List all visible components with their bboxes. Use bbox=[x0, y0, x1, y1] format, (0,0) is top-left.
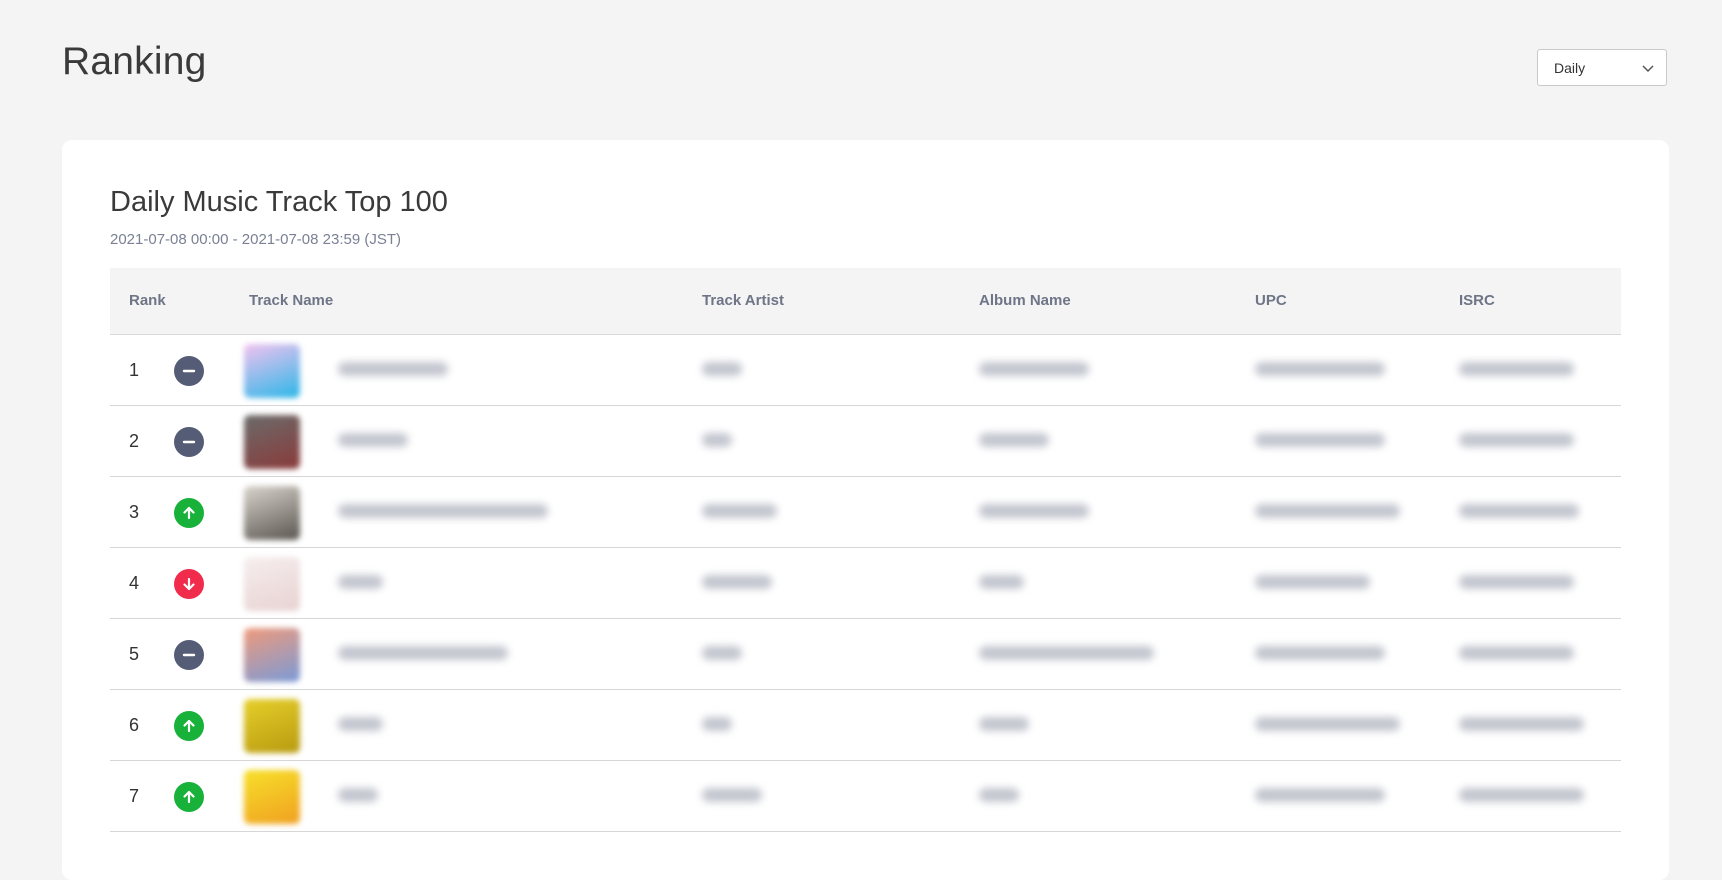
table-row[interactable]: 4 bbox=[110, 548, 1621, 619]
track-artist-redacted bbox=[702, 646, 742, 660]
album-art-thumbnail bbox=[244, 557, 300, 611]
track-name-redacted bbox=[338, 504, 548, 518]
table-row[interactable]: 1 bbox=[110, 335, 1621, 406]
minus-icon bbox=[174, 640, 204, 670]
period-select[interactable]: Daily bbox=[1537, 49, 1667, 86]
track-artist-redacted bbox=[702, 504, 777, 518]
upc-redacted bbox=[1255, 788, 1385, 802]
table-row[interactable]: 7 bbox=[110, 761, 1621, 832]
track-name-redacted bbox=[338, 788, 378, 802]
rank-number: 5 bbox=[129, 644, 140, 664]
track-artist-redacted bbox=[702, 575, 772, 589]
album-art-thumbnail bbox=[244, 486, 300, 540]
rank-number: 7 bbox=[129, 786, 140, 806]
isrc-redacted bbox=[1459, 433, 1574, 447]
upc-redacted bbox=[1255, 717, 1400, 731]
table-row[interactable]: 2 bbox=[110, 406, 1621, 477]
rank-number: 6 bbox=[129, 715, 140, 735]
arrow-up-icon bbox=[174, 782, 204, 812]
album-art-thumbnail bbox=[244, 628, 300, 682]
upc-redacted bbox=[1255, 575, 1370, 589]
arrow-up-icon bbox=[174, 711, 204, 741]
rank-number: 4 bbox=[129, 573, 140, 593]
track-name-redacted bbox=[338, 575, 383, 589]
minus-icon bbox=[174, 427, 204, 457]
upc-redacted bbox=[1255, 504, 1400, 518]
upc-redacted bbox=[1255, 362, 1385, 376]
album-name-redacted bbox=[979, 433, 1049, 447]
ranking-card: Daily Music Track Top 100 2021-07-08 00:… bbox=[62, 140, 1669, 880]
track-artist-redacted bbox=[702, 362, 742, 376]
page-title: Ranking bbox=[62, 40, 207, 83]
period-select-value: Daily bbox=[1554, 59, 1586, 76]
column-header-track-artist: Track Artist bbox=[702, 292, 784, 309]
arrow-down-icon bbox=[174, 569, 204, 599]
column-header-album-name: Album Name bbox=[979, 292, 1071, 309]
rank-number: 2 bbox=[129, 431, 140, 451]
album-name-redacted bbox=[979, 717, 1029, 731]
arrow-up-icon bbox=[174, 498, 204, 528]
column-header-isrc: ISRC bbox=[1459, 292, 1495, 309]
track-name-redacted bbox=[338, 646, 508, 660]
minus-icon bbox=[174, 356, 204, 386]
table-row[interactable]: 6 bbox=[110, 690, 1621, 761]
column-header-rank: Rank bbox=[129, 292, 166, 309]
table-header: Rank Track Name Track Artist Album Name … bbox=[110, 268, 1621, 335]
track-name-redacted bbox=[338, 433, 408, 447]
card-title: Daily Music Track Top 100 bbox=[110, 186, 448, 218]
chevron-down-icon bbox=[1642, 64, 1654, 72]
column-header-upc: UPC bbox=[1255, 292, 1287, 309]
table-row[interactable]: 3 bbox=[110, 477, 1621, 548]
isrc-redacted bbox=[1459, 788, 1584, 802]
rank-number: 1 bbox=[129, 360, 140, 380]
track-name-redacted bbox=[338, 362, 448, 376]
album-name-redacted bbox=[979, 362, 1089, 376]
isrc-redacted bbox=[1459, 717, 1584, 731]
isrc-redacted bbox=[1459, 575, 1574, 589]
album-name-redacted bbox=[979, 646, 1154, 660]
isrc-redacted bbox=[1459, 504, 1579, 518]
album-art-thumbnail bbox=[244, 415, 300, 469]
album-art-thumbnail bbox=[244, 699, 300, 753]
album-name-redacted bbox=[979, 788, 1019, 802]
track-artist-redacted bbox=[702, 717, 732, 731]
album-art-thumbnail bbox=[244, 770, 300, 824]
track-artist-redacted bbox=[702, 788, 762, 802]
card-date-range: 2021-07-08 00:00 - 2021-07-08 23:59 (JST… bbox=[110, 231, 402, 248]
isrc-redacted bbox=[1459, 362, 1574, 376]
track-name-redacted bbox=[338, 717, 383, 731]
ranking-table: Rank Track Name Track Artist Album Name … bbox=[110, 268, 1621, 832]
isrc-redacted bbox=[1459, 646, 1574, 660]
album-art-thumbnail bbox=[244, 344, 300, 398]
album-name-redacted bbox=[979, 575, 1024, 589]
track-artist-redacted bbox=[702, 433, 732, 447]
column-header-track-name: Track Name bbox=[249, 292, 334, 309]
upc-redacted bbox=[1255, 433, 1385, 447]
upc-redacted bbox=[1255, 646, 1385, 660]
rank-number: 3 bbox=[129, 502, 140, 522]
table-body: 1 2 3 4 5 6 7 bbox=[110, 335, 1621, 832]
album-name-redacted bbox=[979, 504, 1089, 518]
table-row[interactable]: 5 bbox=[110, 619, 1621, 690]
